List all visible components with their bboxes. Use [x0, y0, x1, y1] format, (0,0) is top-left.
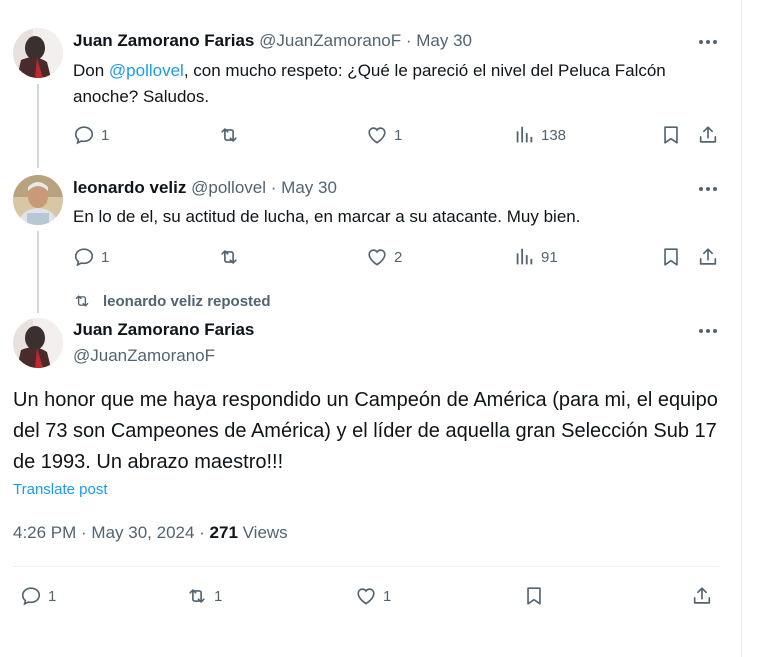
share-icon	[691, 585, 713, 607]
bookmark-icon	[523, 585, 545, 607]
avatar-juan-zamorano[interactable]	[13, 318, 63, 368]
like-count: 1	[394, 126, 403, 144]
tweet-header: leonardo veliz @pollovel · May 30	[73, 178, 337, 198]
repost-button[interactable]	[218, 123, 246, 147]
repost-notice[interactable]: leonardo veliz reposted	[73, 292, 271, 310]
share-icon	[697, 124, 719, 146]
author-handle[interactable]: @JuanZamoranoF	[259, 31, 401, 50]
views-total: 271	[209, 523, 238, 542]
like-icon	[366, 246, 388, 268]
repost-button[interactable]: 1	[186, 584, 222, 608]
views-icon	[513, 124, 535, 146]
more-icon[interactable]	[696, 179, 720, 199]
like-icon	[366, 124, 388, 146]
more-icon[interactable]	[696, 321, 720, 341]
reply-button[interactable]: 1	[73, 123, 109, 147]
separator: ·	[405, 31, 412, 50]
views-count: 138	[541, 126, 567, 144]
repost-icon	[218, 246, 240, 268]
views-button[interactable]: 91	[513, 245, 558, 269]
tweet-header: Juan Zamorano Farias @JuanZamoranoF · Ma…	[73, 31, 472, 51]
views-count: 91	[541, 248, 558, 266]
post-date[interactable]: May 30	[416, 31, 472, 50]
tweet-text: Don @pollovel, con mucho respeto: ¿Qué l…	[73, 58, 713, 110]
like-button[interactable]: 1	[366, 123, 402, 147]
reply-icon	[73, 246, 95, 268]
reply-button[interactable]: 1	[20, 584, 56, 608]
author-name[interactable]: Juan Zamorano Farias	[73, 31, 254, 50]
divider	[13, 566, 719, 567]
post-meta: 4:26 PM · May 30, 2024 · 271 Views	[13, 523, 288, 543]
reply-count: 1	[48, 587, 57, 605]
translate-post-link[interactable]: Translate post	[13, 481, 108, 498]
thread-line	[37, 84, 39, 168]
author-name[interactable]: Juan Zamorano Farias	[73, 320, 254, 340]
repost-icon	[73, 292, 91, 310]
share-button[interactable]	[697, 245, 719, 269]
main-action-bar: 1 1 1	[20, 584, 720, 608]
separator: ·	[270, 178, 277, 197]
mention-link[interactable]: @pollovel	[109, 61, 184, 80]
author-handle[interactable]: @JuanZamoranoF	[73, 346, 215, 366]
bookmark-button[interactable]	[660, 245, 682, 269]
repost-button[interactable]	[218, 245, 246, 269]
like-icon	[355, 585, 377, 607]
bookmark-button[interactable]	[660, 123, 682, 147]
like-count: 1	[383, 587, 392, 605]
reply-count: 1	[101, 248, 110, 266]
author-name[interactable]: leonardo veliz	[73, 178, 186, 197]
like-button[interactable]: 1	[355, 584, 391, 608]
repost-notice-text: leonardo veliz reposted	[103, 292, 271, 310]
views-icon	[513, 246, 535, 268]
bookmark-icon	[660, 124, 682, 146]
repost-count: 1	[214, 587, 223, 605]
bookmark-icon	[660, 246, 682, 268]
reply-button[interactable]: 1	[73, 245, 109, 269]
repost-icon	[186, 585, 208, 607]
bookmark-button[interactable]	[523, 584, 545, 608]
post-timestamp[interactable]: 4:26 PM · May 30, 2024 ·	[13, 523, 210, 542]
text-part: Don	[73, 61, 109, 80]
like-count: 2	[394, 248, 403, 266]
more-icon[interactable]	[696, 32, 720, 52]
post-thread: Juan Zamorano Farias @JuanZamoranoF · Ma…	[0, 0, 742, 657]
share-button[interactable]	[697, 123, 719, 147]
reply-icon	[20, 585, 42, 607]
share-icon	[697, 246, 719, 268]
views-button[interactable]: 138	[513, 123, 566, 147]
thread-line	[37, 231, 39, 313]
action-bar: 1 2 91	[73, 245, 723, 269]
reply-count: 1	[101, 126, 110, 144]
post-date[interactable]: May 30	[281, 178, 337, 197]
share-button[interactable]	[691, 584, 713, 608]
avatar-leonardo-veliz[interactable]	[13, 175, 63, 225]
reply-icon	[73, 124, 95, 146]
main-post-text: Un honor que me haya respondido un Campe…	[13, 389, 718, 473]
author-handle[interactable]: @pollovel	[191, 178, 266, 197]
views-label: Views	[237, 523, 288, 542]
repost-icon	[218, 124, 240, 146]
avatar-juan-zamorano[interactable]	[13, 28, 63, 78]
action-bar: 1 1 138	[73, 123, 723, 147]
like-button[interactable]: 2	[366, 245, 402, 269]
tweet-text: En lo de el, su actitud de lucha, en mar…	[73, 207, 581, 226]
